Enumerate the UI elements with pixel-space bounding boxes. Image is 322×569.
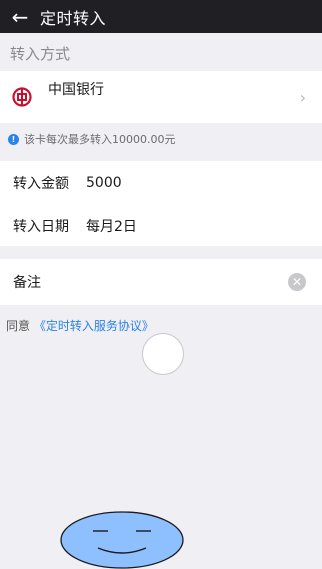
note-field[interactable]: 备注 ✕ [0,259,322,569]
date-field[interactable]: 转入日期 每月2日 [0,205,322,246]
clear-icon[interactable]: ✕ [288,273,306,291]
agreement-line: 同意 《定时转入服务协议》 [6,317,154,334]
date-value[interactable]: 每月2日 [86,216,137,236]
circle-button[interactable] [142,333,184,375]
info-icon: ! [8,133,19,145]
section-label: 转入方式 [10,45,71,63]
chevron-right-icon: › [299,88,306,107]
bank-card-selector[interactable]: 中国银行 › [0,71,322,201]
page-title: 定时转入 [40,8,107,28]
bank-name: 中国银行 [48,82,104,98]
agreement-prefix: 同意 [6,319,31,333]
bank-of-china-icon [12,87,32,107]
amount-field[interactable]: 转入金额 5000 [0,161,322,205]
note-label: 备注 [13,275,41,291]
transfer-limit-hint: ! 该卡每次最多转入10000.00元 [8,131,176,147]
arrow-left-icon[interactable]: ← [0,0,40,33]
agreement-link[interactable]: 《定时转入服务协议》 [34,319,154,333]
date-label: 转入日期 [13,218,69,235]
hint-text: 该卡每次最多转入10000.00元 [24,133,176,146]
amount-label: 转入金额 [13,176,69,192]
amount-value[interactable]: 5000 [86,175,122,191]
redaction-face-icon [60,511,184,569]
top-bar: ← 定时转入 [0,0,322,33]
